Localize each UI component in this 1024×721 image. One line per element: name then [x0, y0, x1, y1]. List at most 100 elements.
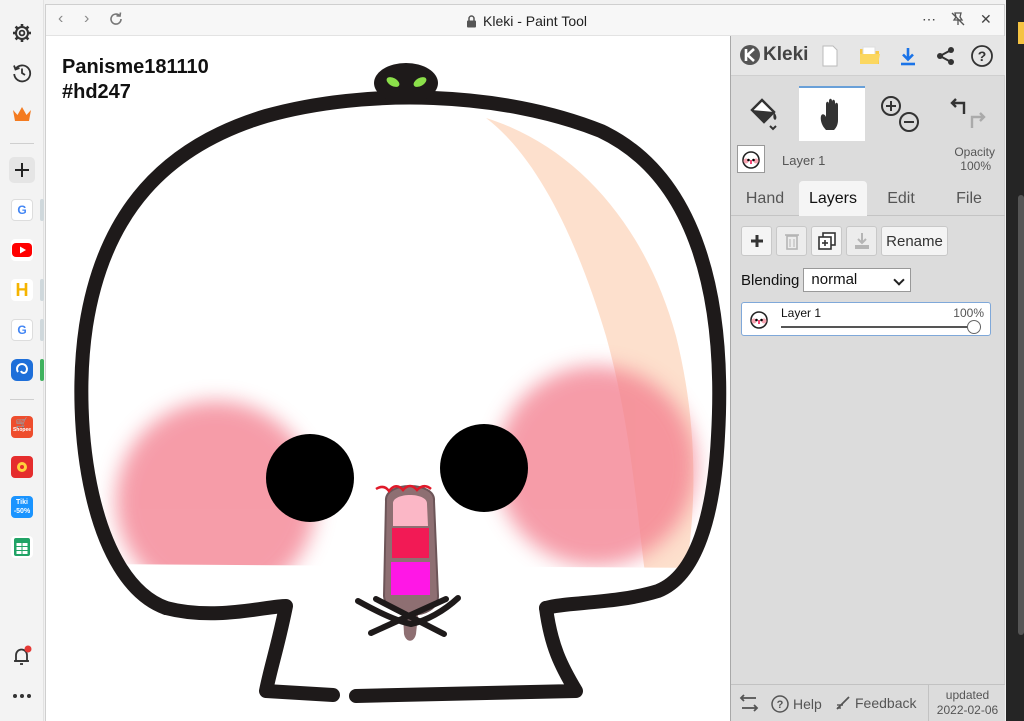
gear-icon[interactable]: [9, 20, 35, 46]
layer-name: Layer 1: [782, 153, 826, 168]
forward-icon[interactable]: ›: [84, 10, 89, 28]
canvas-text-line1: Panisme181110: [62, 56, 209, 78]
sprout: [374, 63, 438, 103]
screen: G H G 🛒 Shopee Tiki -50% ‹ › Kleki - Pai…: [0, 0, 1024, 721]
svg-text:?: ?: [777, 699, 784, 711]
google-icon[interactable]: G: [9, 197, 35, 223]
fill-tool[interactable]: [731, 86, 797, 141]
sheets-icon[interactable]: [9, 534, 35, 560]
panel-tabs: Hand Layers Edit File: [731, 181, 1005, 216]
tab-hand[interactable]: Hand: [731, 181, 799, 216]
svg-text:?: ?: [978, 48, 987, 64]
tool-row: [731, 86, 1005, 141]
help-link[interactable]: ? Help: [771, 695, 822, 713]
background-accent: [1018, 22, 1024, 44]
close-icon[interactable]: ✕: [980, 11, 992, 28]
youtube-icon[interactable]: [9, 237, 35, 263]
lock-icon: [467, 14, 476, 27]
panel-footer: ? Help Feedback updated 2022-02-06: [731, 684, 1005, 721]
tab-file[interactable]: File: [935, 181, 1003, 216]
background-scrollbar: [1018, 195, 1024, 635]
drawing-canvas[interactable]: Panisme181110 #hd247: [46, 36, 730, 721]
shopee-label: Shopee: [12, 427, 32, 433]
feedback-link[interactable]: Feedback: [835, 695, 916, 711]
edge-icon[interactable]: [9, 357, 35, 383]
shopee-icon[interactable]: 🛒 Shopee: [9, 414, 35, 440]
kleki-panel: Kleki ? Layer 1 Opacity 100% Hand Layers…: [730, 36, 1005, 721]
divider: [10, 399, 34, 400]
swap-icon[interactable]: [739, 693, 759, 713]
layer-item-name: Layer 1: [781, 306, 822, 320]
pin-off-icon[interactable]: [950, 11, 966, 30]
opacity-value: 100%: [960, 159, 991, 173]
more-icon[interactable]: [9, 683, 35, 709]
duplicate-icon: [817, 232, 836, 250]
updated-date: 2022-02-06: [936, 703, 999, 717]
updated-info[interactable]: updated 2022-02-06: [928, 685, 1005, 721]
rename-button[interactable]: Rename: [881, 226, 948, 256]
tab-indicator: [40, 319, 44, 341]
tiki-sale-label: -50%: [13, 508, 31, 515]
tiki-icon[interactable]: Tiki -50%: [9, 494, 35, 520]
current-layer-info: Layer 1 Opacity 100%: [731, 141, 1005, 181]
hand-icon: [820, 98, 838, 130]
crown-icon[interactable]: [9, 101, 35, 127]
title-bar: ‹ › Kleki - Paint Tool ⋯ ✕: [46, 5, 1004, 36]
google-icon[interactable]: G: [9, 317, 35, 343]
game-icon[interactable]: [9, 454, 35, 480]
help-icon[interactable]: ?: [969, 43, 995, 69]
zoom-in-out-icon: [881, 95, 919, 132]
tab-indicator: [40, 359, 44, 381]
canvas-text-line2: #hd247: [62, 81, 131, 103]
divider: [10, 143, 34, 144]
bell-icon[interactable]: [9, 643, 35, 669]
tab-layers[interactable]: Layers: [799, 181, 867, 216]
delete-layer-button[interactable]: [776, 226, 807, 256]
artwork: [74, 63, 727, 703]
add-layer-button[interactable]: [741, 226, 772, 256]
refresh-icon[interactable]: [108, 11, 124, 32]
kleki-logo-icon: [740, 45, 760, 65]
opacity-slider-fill: [781, 326, 981, 328]
tab-indicator: [40, 279, 44, 301]
panel-top-bar: Kleki ?: [731, 36, 1005, 76]
right-eye: [440, 424, 528, 512]
layer-item-thumbnail: [746, 306, 772, 332]
history-icon[interactable]: [9, 60, 35, 86]
browser-sidebar: G H G 🛒 Shopee Tiki -50%: [0, 0, 44, 721]
zoom-tool[interactable]: [867, 86, 933, 141]
download-icon[interactable]: [895, 43, 921, 69]
blending-row: Blending normal: [741, 268, 912, 292]
plus-icon: [750, 235, 763, 247]
opacity-slider-track[interactable]: [781, 320, 981, 334]
tiki-label: Tiki: [16, 499, 28, 506]
feedback-icon: [836, 696, 850, 710]
hand-tool[interactable]: [799, 86, 865, 141]
tab-edit[interactable]: Edit: [867, 181, 935, 216]
layer-item-opacity: 100%: [953, 306, 984, 320]
paint-bucket-icon: [750, 97, 777, 130]
open-folder-icon[interactable]: [857, 43, 883, 69]
new-file-icon[interactable]: [817, 43, 843, 69]
blending-select[interactable]: normal: [803, 268, 912, 292]
plus-icon[interactable]: [9, 157, 35, 183]
window-title: Kleki - Paint Tool: [466, 13, 587, 29]
undo-redo-tool[interactable]: [935, 86, 1001, 141]
help-label: Help: [793, 696, 822, 712]
logo-text: Kleki: [763, 44, 809, 65]
h-icon[interactable]: H: [9, 277, 35, 303]
more-icon[interactable]: ⋯: [922, 11, 936, 28]
window-title-text: Kleki - Paint Tool: [483, 13, 588, 29]
blending-value: normal: [811, 271, 858, 288]
background-window-edge: [1006, 0, 1024, 721]
feedback-label: Feedback: [855, 695, 917, 711]
layer-list-item[interactable]: Layer 1 100%: [741, 302, 991, 336]
opacity-slider-handle[interactable]: [967, 320, 981, 334]
updated-label: updated: [945, 688, 990, 702]
share-icon[interactable]: [933, 43, 959, 69]
layer-thumbnail: [737, 145, 765, 173]
merge-layer-button[interactable]: [846, 226, 877, 256]
duplicate-layer-button[interactable]: [811, 226, 842, 256]
undo-redo-icon: [950, 97, 986, 128]
back-icon[interactable]: ‹: [58, 10, 63, 28]
